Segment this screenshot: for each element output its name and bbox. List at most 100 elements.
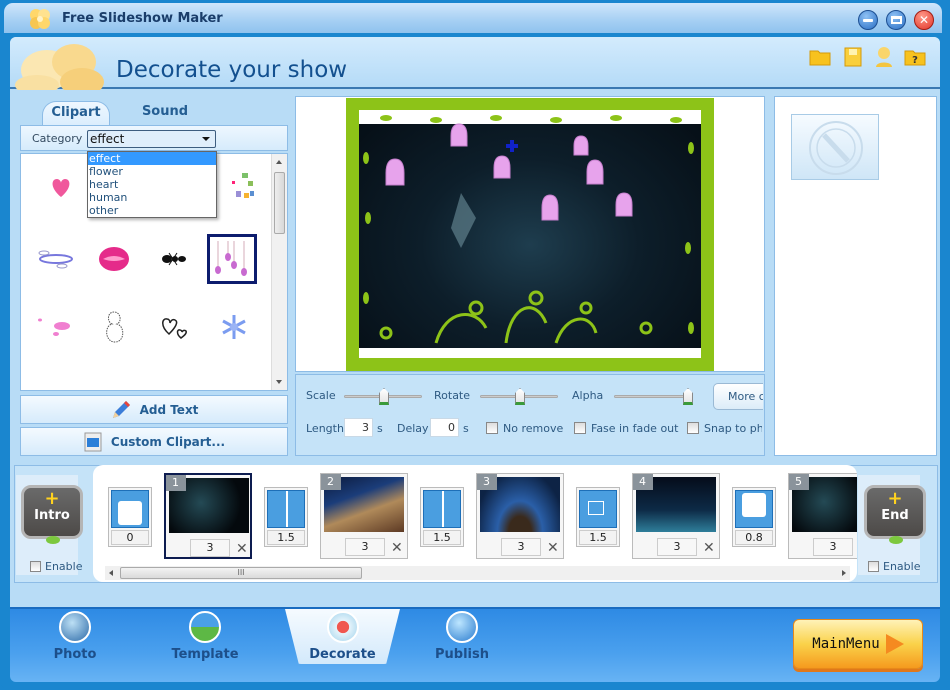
scroll-up-icon[interactable]: [276, 160, 282, 164]
timeline-scrollbar[interactable]: III: [105, 566, 850, 580]
slide-duration[interactable]: 3: [501, 538, 541, 556]
alpha-slider[interactable]: [614, 388, 693, 405]
category-option-effect[interactable]: effect: [88, 152, 216, 165]
transition-item[interactable]: 1.5: [576, 487, 620, 547]
delete-slide-icon[interactable]: ✕: [391, 540, 403, 556]
end-enable[interactable]: Enable: [868, 560, 920, 573]
transition-item[interactable]: 1.5: [420, 487, 464, 547]
save-icon[interactable]: [841, 45, 865, 69]
end-enable-checkbox[interactable]: [868, 561, 879, 572]
clipart-item[interactable]: [29, 302, 79, 352]
pink-petals-icon: [38, 318, 70, 336]
slide-duration[interactable]: 3: [345, 538, 385, 556]
custom-clipart-button[interactable]: Custom Clipart...: [20, 427, 288, 456]
restore-button[interactable]: [886, 10, 906, 30]
transition-slide-down-icon: [735, 490, 773, 528]
transition-item[interactable]: 0.8: [732, 487, 776, 547]
transition-duration[interactable]: 1.5: [423, 530, 461, 545]
delete-slide-icon[interactable]: ✕: [547, 540, 559, 556]
clipart-item[interactable]: [149, 234, 199, 284]
clipart-item-selected[interactable]: [207, 234, 257, 284]
nav-photo[interactable]: Photo: [20, 609, 130, 664]
intro-enable-checkbox[interactable]: [30, 561, 41, 572]
transition-duration[interactable]: 1.5: [579, 530, 617, 545]
timeline-scroll-thumb[interactable]: III: [120, 567, 362, 579]
category-select[interactable]: effect: [87, 130, 216, 148]
close-button[interactable]: ✕: [914, 10, 934, 30]
pink-heart-icon: [52, 179, 70, 197]
clipart-item[interactable]: [29, 234, 79, 284]
no-remove-checkbox[interactable]: [486, 422, 498, 434]
slide-number: 3: [477, 474, 497, 490]
user-icon[interactable]: [872, 45, 896, 69]
scroll-right-icon[interactable]: [842, 570, 846, 576]
snap-checkbox[interactable]: [687, 422, 699, 434]
slide-item[interactable]: 3 3 ✕: [476, 473, 564, 559]
end-button[interactable]: + End: [864, 485, 926, 544]
slide-item[interactable]: 4 3 ✕: [632, 473, 720, 559]
slide-preview[interactable]: [346, 98, 714, 371]
slide-item[interactable]: 5 3: [788, 473, 857, 559]
category-option-flower[interactable]: flower: [88, 165, 216, 178]
intro-label: Intro: [34, 508, 70, 523]
slide-number: 5: [789, 474, 809, 490]
play-arrow-icon: [885, 634, 904, 654]
scroll-down-icon[interactable]: [276, 380, 282, 384]
transition-zoom-icon: [579, 490, 617, 528]
end-enable-label: Enable: [883, 560, 921, 573]
scale-slider-thumb[interactable]: [379, 388, 389, 405]
help-icon[interactable]: ?: [903, 45, 927, 69]
scroll-left-icon[interactable]: [109, 570, 113, 576]
clipart-item[interactable]: [215, 162, 265, 212]
open-folder-icon[interactable]: [808, 45, 832, 69]
nav-decorate[interactable]: Decorate: [285, 609, 400, 664]
add-text-button[interactable]: Add Text: [20, 395, 288, 424]
rotate-slider-thumb[interactable]: [515, 388, 525, 405]
rotate-label: Rotate: [434, 389, 471, 402]
length-input[interactable]: 3: [344, 418, 373, 437]
category-option-human[interactable]: human: [88, 191, 216, 204]
scale-slider[interactable]: [344, 388, 422, 405]
slide-item[interactable]: 2 3 ✕: [320, 473, 408, 559]
slide-number: 1: [166, 475, 186, 491]
end-section: + End Enable: [858, 475, 926, 575]
transition-door-open-icon: [423, 490, 461, 528]
fade-checkbox[interactable]: [574, 422, 586, 434]
nav-publish[interactable]: Publish: [407, 609, 517, 664]
nav-template[interactable]: Template: [150, 609, 260, 664]
scroll-thumb[interactable]: [274, 172, 285, 234]
clipart-item[interactable]: [89, 234, 139, 284]
indicator-icon: [46, 536, 60, 544]
clipart-item[interactable]: [149, 302, 199, 352]
alpha-slider-thumb[interactable]: [683, 388, 693, 405]
transition-item[interactable]: 1.5: [264, 487, 308, 547]
slide-item[interactable]: 1 3 ✕: [164, 473, 252, 559]
clipart-item[interactable]: [209, 302, 259, 352]
transition-duration[interactable]: 0.8: [735, 530, 773, 545]
transition-duration[interactable]: 1.5: [267, 530, 305, 545]
rotate-slider[interactable]: [480, 388, 558, 405]
minimize-button[interactable]: [858, 10, 878, 30]
clipart-item[interactable]: [36, 162, 86, 212]
slide-duration[interactable]: 3: [190, 539, 230, 557]
clipart-scrollbar[interactable]: [271, 154, 287, 390]
tab-sound[interactable]: Sound: [130, 101, 200, 125]
delay-input[interactable]: 0: [430, 418, 459, 437]
slide-duration[interactable]: 3: [657, 538, 697, 556]
more-options-button[interactable]: More c: [713, 383, 763, 410]
category-option-other[interactable]: other: [88, 204, 216, 217]
category-option-heart[interactable]: heart: [88, 178, 216, 191]
intro-enable[interactable]: Enable: [30, 560, 82, 573]
plus-icon: +: [887, 488, 903, 509]
app-logo-icon: [30, 9, 50, 29]
slide-duration[interactable]: 3: [813, 538, 853, 556]
intro-button[interactable]: + Intro: [21, 485, 83, 544]
tab-clipart[interactable]: Clipart: [42, 101, 110, 125]
delete-slide-icon[interactable]: ✕: [703, 540, 715, 556]
publish-globe-icon: [446, 611, 478, 643]
main-menu-button[interactable]: MainMenu: [793, 619, 923, 669]
delete-slide-icon[interactable]: ✕: [236, 541, 248, 557]
transition-item[interactable]: 0: [108, 487, 152, 547]
transition-duration[interactable]: 0: [111, 530, 149, 545]
clipart-item[interactable]: [89, 302, 139, 352]
